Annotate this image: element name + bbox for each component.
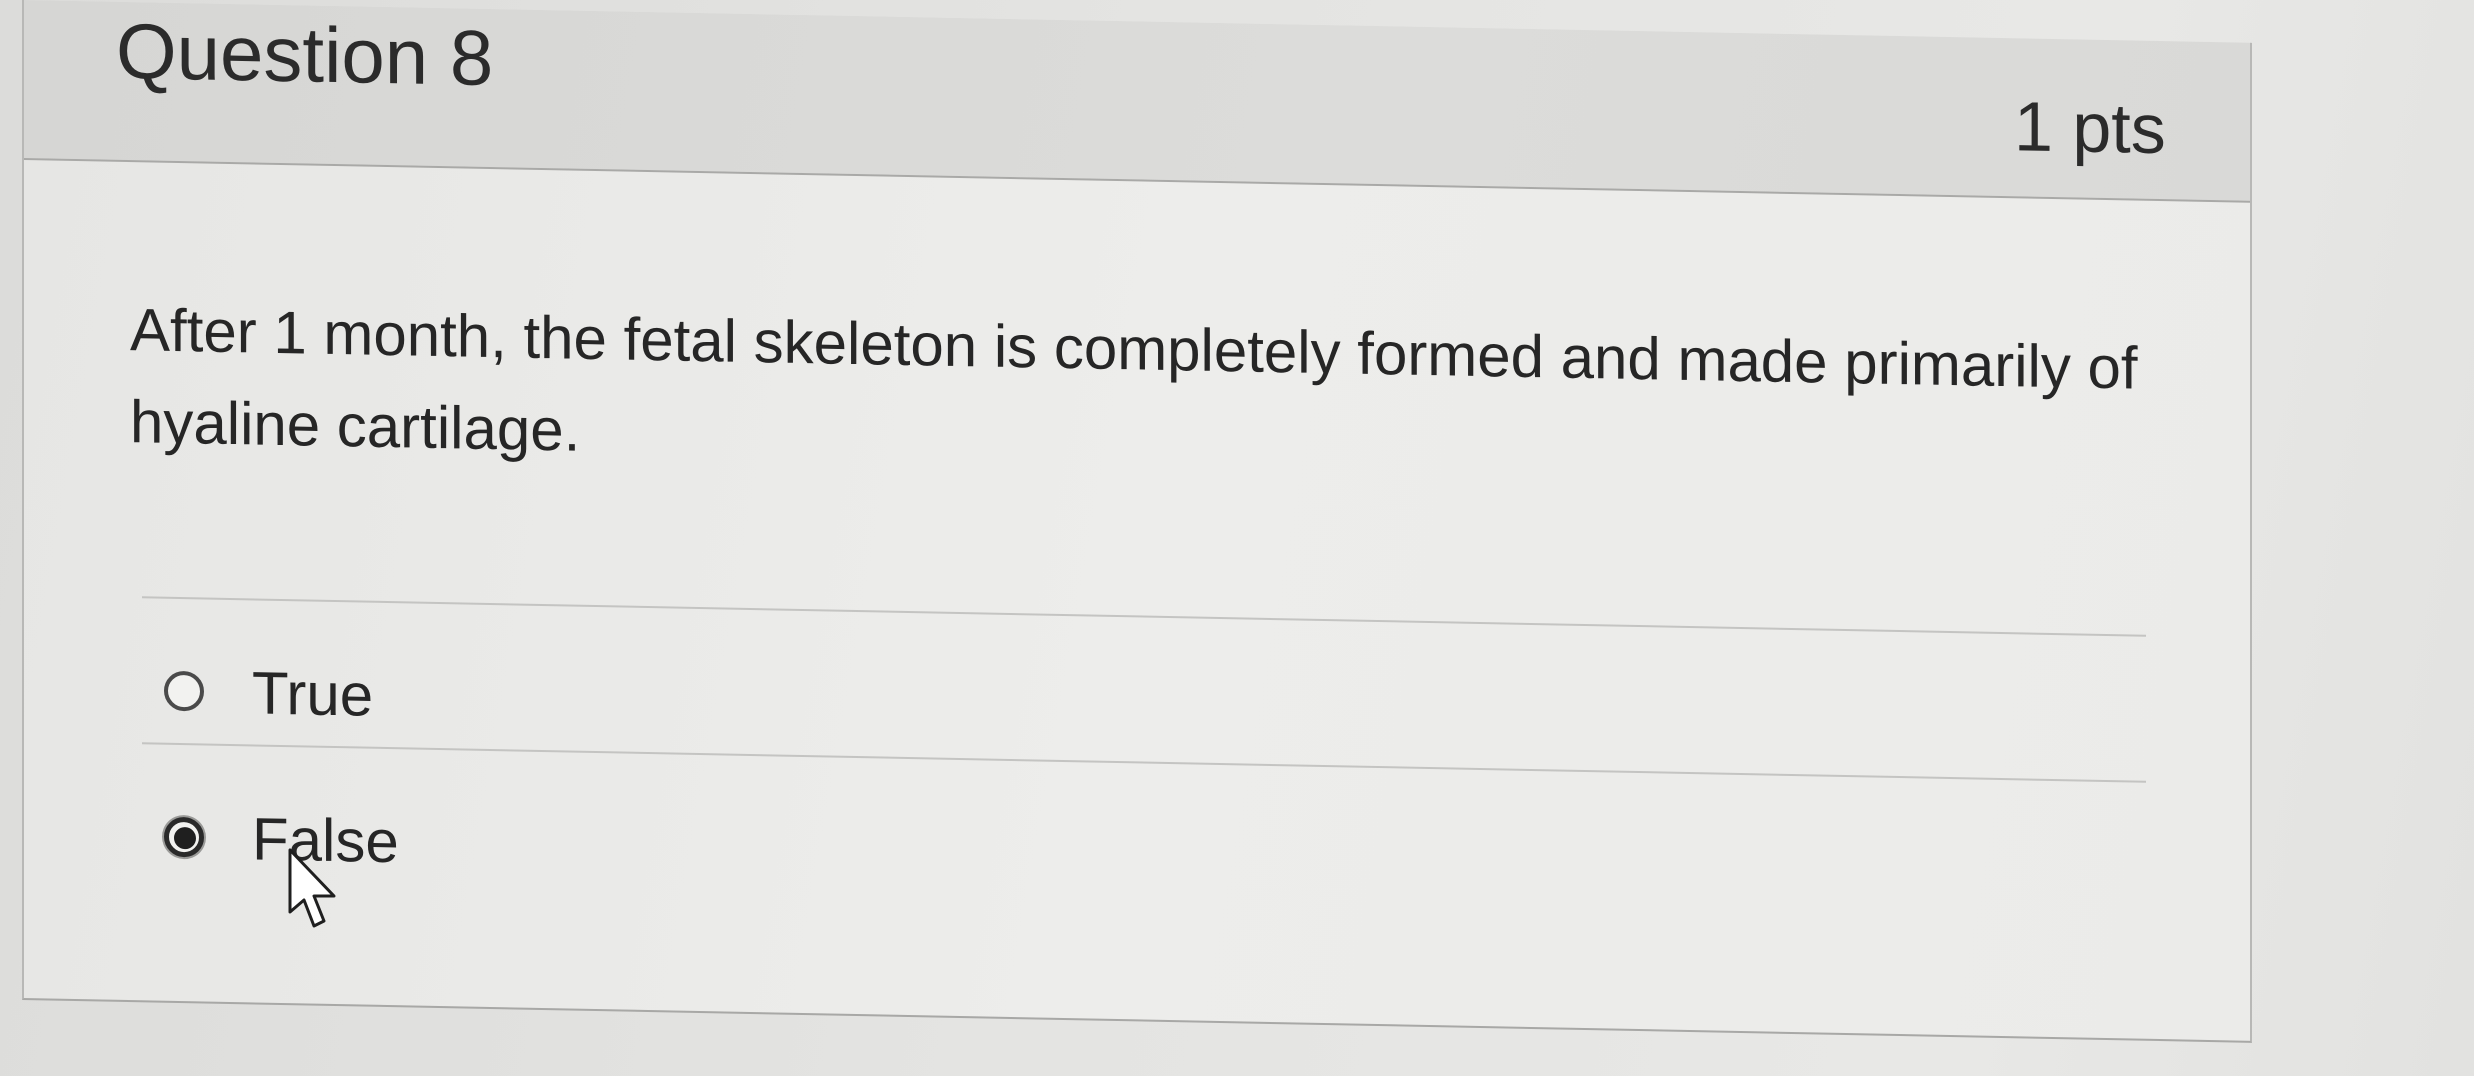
answer-option-true[interactable]: True — [164, 651, 373, 735]
answers-divider — [142, 596, 2146, 637]
radio-button-true[interactable] — [164, 670, 204, 712]
answer-divider — [142, 742, 2146, 783]
answer-option-false[interactable]: False — [164, 797, 399, 882]
answer-label-true[interactable]: True — [252, 658, 373, 729]
radio-button-false-selected[interactable] — [164, 816, 204, 858]
question-text: After 1 month, the fetal skeleton is com… — [130, 296, 2138, 464]
mouse-pointer-icon — [288, 848, 336, 928]
question-points: 1 pts — [2014, 87, 2166, 169]
question-title: Question 8 — [116, 6, 494, 103]
question-header: Question 8 1 pts — [24, 0, 2250, 203]
question-card: Question 8 1 pts After 1 month, the feta… — [22, 0, 2252, 1043]
